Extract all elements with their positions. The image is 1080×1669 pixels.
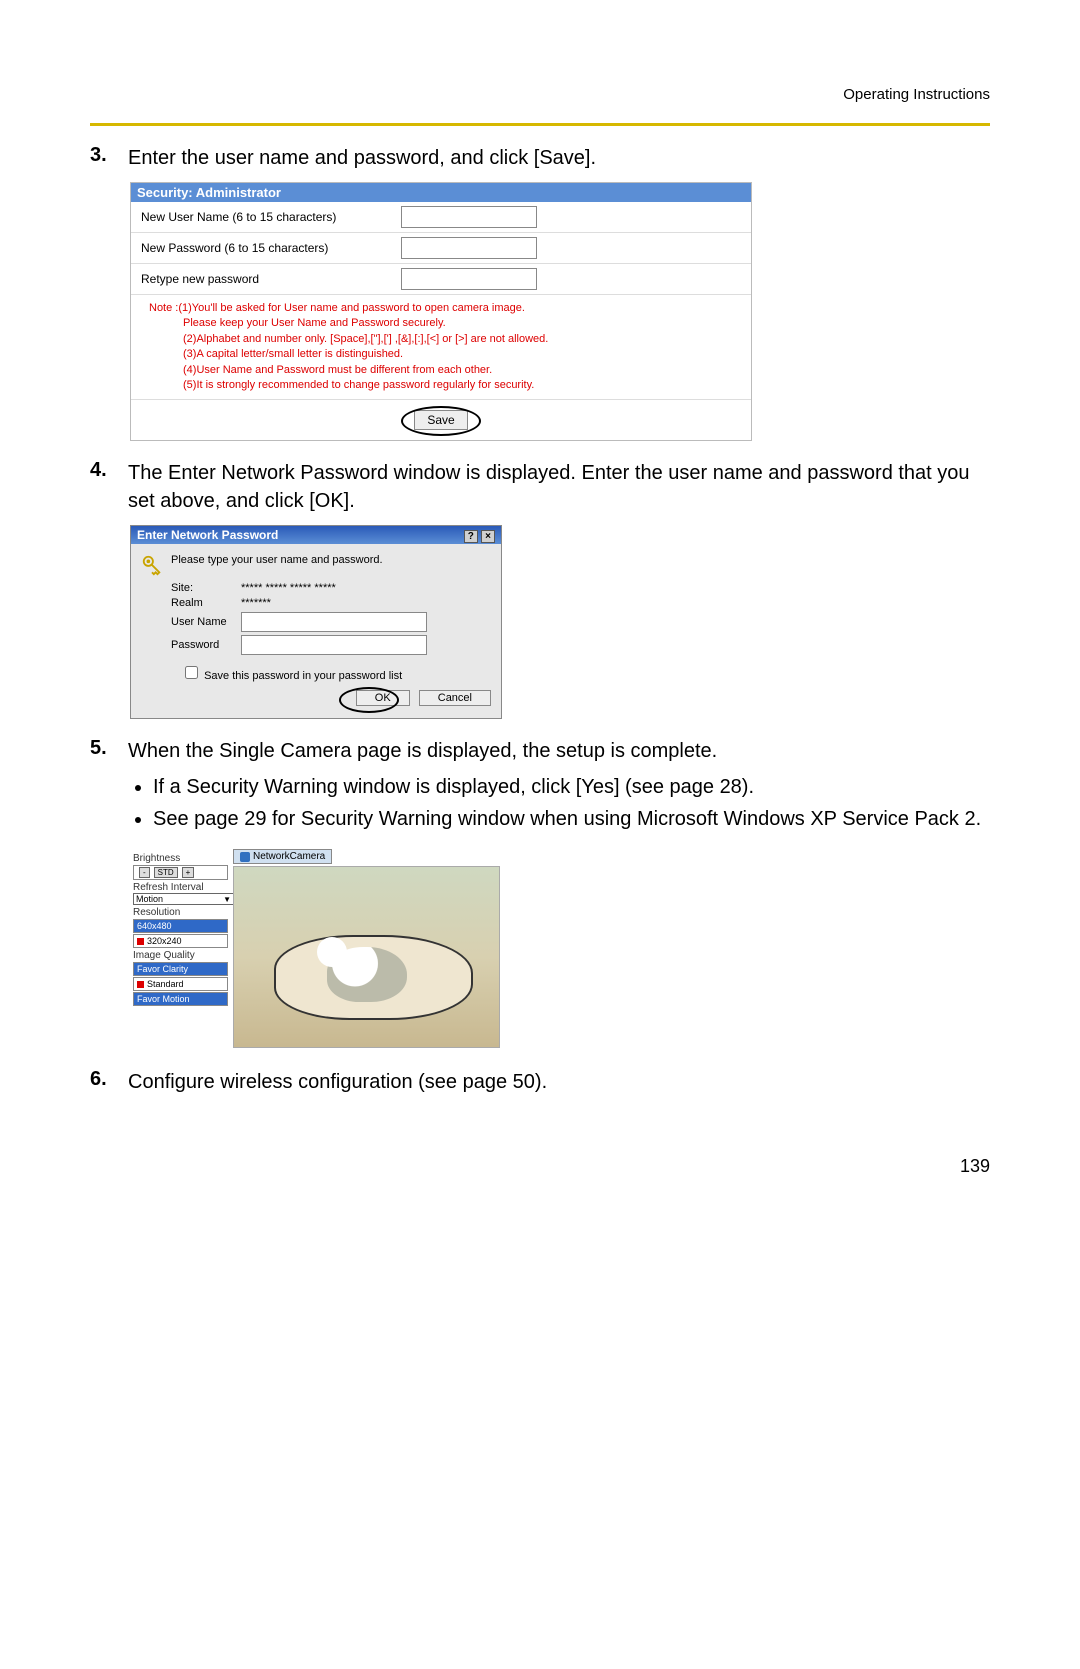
brightness-std-button[interactable]: STD xyxy=(154,867,178,878)
selected-dot-icon xyxy=(137,981,144,988)
camera-icon xyxy=(240,852,250,862)
step-number: 5. xyxy=(90,737,128,837)
resolution-320x240[interactable]: 320x240 xyxy=(133,934,228,948)
key-icon xyxy=(141,554,163,576)
realm-label: Realm xyxy=(171,597,241,609)
q-clarity-label: Favor Clarity xyxy=(137,964,188,974)
security-row-password: New Password (6 to 15 characters) xyxy=(131,233,751,264)
res-320-label: 320x240 xyxy=(147,936,182,946)
step-text: Configure wireless configuration (see pa… xyxy=(128,1068,990,1096)
single-camera-screenshot: Brightness - STD + Refresh Interval Moti… xyxy=(130,847,500,1050)
cancel-button[interactable]: Cancel xyxy=(419,690,491,706)
page-header: Operating Instructions xyxy=(90,80,990,103)
enp-title-text: Enter Network Password xyxy=(137,528,278,542)
new-username-label: New User Name (6 to 15 characters) xyxy=(141,210,401,224)
brightness-label: Brightness xyxy=(133,853,228,864)
refresh-value: Motion xyxy=(136,894,163,904)
new-password-input[interactable] xyxy=(401,237,537,259)
username-input[interactable] xyxy=(241,612,427,632)
selected-dot-icon xyxy=(137,938,144,945)
new-username-input[interactable] xyxy=(401,206,537,228)
step-number: 6. xyxy=(90,1068,128,1096)
brightness-control[interactable]: - STD + xyxy=(133,865,228,880)
note1b: Please keep your User Name and Password … xyxy=(149,316,741,331)
password-label: Password xyxy=(171,639,241,651)
note4: (4)User Name and Password must be differ… xyxy=(149,363,741,378)
save-password-label: Save this password in your password list xyxy=(204,670,402,682)
quality-favor-clarity[interactable]: Favor Clarity xyxy=(133,962,228,976)
password-input[interactable] xyxy=(241,635,427,655)
step-4: 4. The Enter Network Password window is … xyxy=(90,459,990,515)
save-password-checkbox[interactable] xyxy=(185,666,198,679)
step-number: 3. xyxy=(90,144,128,172)
brightness-plus-button[interactable]: + xyxy=(182,867,195,878)
step-3: 3. Enter the user name and password, and… xyxy=(90,144,990,172)
quality-standard[interactable]: Standard xyxy=(133,977,228,991)
retype-password-label: Retype new password xyxy=(141,272,401,286)
step5-bullet-1: If a Security Warning window is displaye… xyxy=(153,773,990,801)
security-note: Note :(1)You'll be asked for User name a… xyxy=(131,295,751,399)
enp-titlebar: Enter Network Password ? × xyxy=(131,526,501,544)
site-label: Site: xyxy=(171,582,241,594)
dropdown-arrow-icon: ▼ xyxy=(223,895,231,904)
step-number: 4. xyxy=(90,459,128,515)
page-number: 139 xyxy=(90,1156,990,1177)
quality-favor-motion[interactable]: Favor Motion xyxy=(133,992,228,1006)
close-icon[interactable]: × xyxy=(481,530,495,543)
site-value: ***** ***** ***** ***** xyxy=(241,582,336,594)
res-640-label: 640x480 xyxy=(137,921,172,931)
help-icon[interactable]: ? xyxy=(464,530,478,543)
refresh-select[interactable]: Motion ▼ xyxy=(133,893,234,905)
note-prefix: Note : xyxy=(149,302,178,314)
security-row-retype: Retype new password xyxy=(131,264,751,295)
header-divider xyxy=(90,123,990,126)
security-admin-screenshot: Security: Administrator New User Name (6… xyxy=(130,182,752,441)
brightness-minus-button[interactable]: - xyxy=(139,867,150,878)
note2: (2)Alphabet and number only. [Space],["]… xyxy=(149,332,741,347)
resolution-label: Resolution xyxy=(133,907,228,918)
ok-button[interactable]: OK xyxy=(356,690,410,706)
camera-sidebar: Brightness - STD + Refresh Interval Moti… xyxy=(130,847,231,1050)
quality-label: Image Quality xyxy=(133,950,228,961)
save-button[interactable]: Save xyxy=(414,410,467,430)
enp-prompt: Please type your user name and password. xyxy=(171,554,383,566)
realm-value: ******* xyxy=(241,597,271,609)
step-text: Enter the user name and password, and cl… xyxy=(128,144,990,172)
enter-network-password-screenshot: Enter Network Password ? × Please type y… xyxy=(130,525,502,719)
camera-tab-label: NetworkCamera xyxy=(253,851,325,862)
username-label: User Name xyxy=(171,616,241,628)
step5-bullet-2: See page 29 for Security Warning window … xyxy=(153,805,990,833)
dog-shape xyxy=(327,947,407,1002)
security-title: Security: Administrator xyxy=(131,183,751,202)
refresh-label: Refresh Interval xyxy=(133,882,228,893)
q-motion-label: Favor Motion xyxy=(137,994,190,1004)
note1: (1)You'll be asked for User name and pas… xyxy=(178,302,525,314)
q-standard-label: Standard xyxy=(147,979,184,989)
step-text: The Enter Network Password window is dis… xyxy=(128,459,990,515)
step-5: 5. When the Single Camera page is displa… xyxy=(90,737,990,837)
step-6: 6. Configure wireless configuration (see… xyxy=(90,1068,990,1096)
retype-password-input[interactable] xyxy=(401,268,537,290)
note3: (3)A capital letter/small letter is dist… xyxy=(149,347,741,362)
camera-image xyxy=(233,866,500,1048)
camera-tab[interactable]: NetworkCamera xyxy=(233,849,332,864)
new-password-label: New Password (6 to 15 characters) xyxy=(141,241,401,255)
security-row-username: New User Name (6 to 15 characters) xyxy=(131,202,751,233)
step-text: When the Single Camera page is displayed… xyxy=(128,737,990,765)
security-save-row: Save xyxy=(131,399,751,440)
resolution-640x480[interactable]: 640x480 xyxy=(133,919,228,933)
note5: (5)It is strongly recommended to change … xyxy=(149,378,741,393)
